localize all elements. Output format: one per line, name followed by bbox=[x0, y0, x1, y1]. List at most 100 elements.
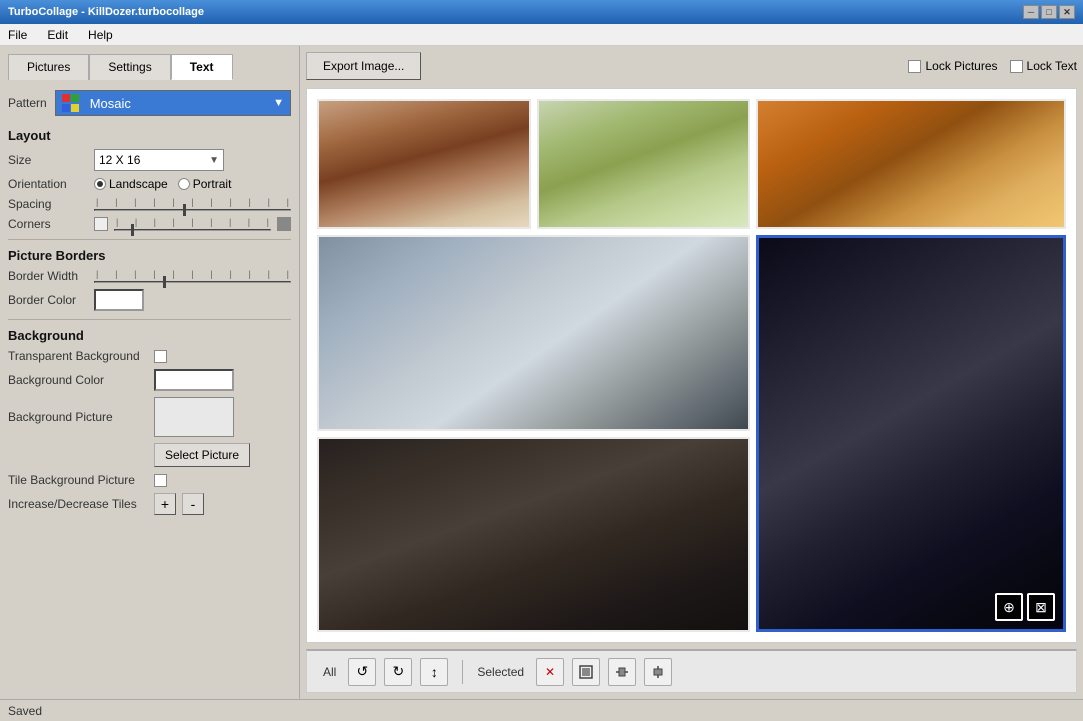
panel-scroll-area[interactable]: Pictures Settings Text Pattern Mosai bbox=[0, 46, 299, 699]
photo-cell-5[interactable]: ⊕ ⊠ bbox=[756, 235, 1066, 632]
orientation-row: Orientation Landscape Portrait bbox=[8, 177, 291, 191]
bg-color-row: Background Color bbox=[8, 369, 291, 391]
border-width-label: Border Width bbox=[8, 269, 88, 283]
rotate-cw-button[interactable]: ↻ bbox=[384, 658, 412, 686]
main-container: Pictures Settings Text Pattern Mosai bbox=[0, 46, 1083, 699]
lock-pictures-item: Lock Pictures bbox=[908, 59, 997, 73]
background-header: Background bbox=[8, 328, 291, 343]
corner-square-right bbox=[277, 217, 291, 231]
status-text: Saved bbox=[8, 704, 42, 718]
window-title: TurboCollage - KillDozer.turbocollage bbox=[8, 6, 204, 18]
minimize-button[interactable]: ─ bbox=[1023, 5, 1039, 19]
border-color-swatch[interactable] bbox=[94, 289, 144, 311]
corners-label: Corners bbox=[8, 217, 88, 231]
tab-settings[interactable]: Settings bbox=[89, 54, 170, 80]
pattern-row: Pattern Mosaic ▼ bbox=[8, 90, 291, 116]
border-color-row: Border Color bbox=[8, 289, 291, 311]
tab-strip: Pictures Settings Text bbox=[8, 54, 291, 80]
pattern-value: Mosaic bbox=[90, 96, 131, 111]
transparent-checkbox[interactable] bbox=[154, 350, 167, 363]
select-picture-button[interactable]: Select Picture bbox=[154, 443, 250, 467]
corners-slider[interactable] bbox=[114, 229, 271, 231]
stretch-v-button[interactable] bbox=[644, 658, 672, 686]
tab-pictures[interactable]: Pictures bbox=[8, 54, 89, 80]
maximize-button[interactable]: □ bbox=[1041, 5, 1057, 19]
layout-header: Layout bbox=[8, 128, 291, 143]
photo-cell-4[interactable] bbox=[317, 235, 750, 430]
pattern-label: Pattern bbox=[8, 96, 47, 110]
tiles-increase-button[interactable]: + bbox=[154, 493, 176, 515]
menu-bar: File Edit Help bbox=[0, 24, 1083, 46]
tile-label: Tile Background Picture bbox=[8, 473, 148, 487]
collage-canvas: ⊕ ⊠ bbox=[306, 88, 1077, 643]
transparent-row: Transparent Background bbox=[8, 349, 291, 363]
bg-picture-row: Background Picture bbox=[8, 397, 291, 437]
border-width-handle bbox=[163, 276, 166, 288]
border-width-slider[interactable] bbox=[94, 281, 291, 283]
photo-cell-1[interactable] bbox=[317, 99, 531, 229]
orientation-label: Orientation bbox=[8, 177, 88, 191]
export-button[interactable]: Export Image... bbox=[306, 52, 421, 80]
delete-button[interactable]: ✕ bbox=[536, 658, 564, 686]
tiles-decrease-button[interactable]: - bbox=[182, 493, 204, 515]
toolbar-sep-1 bbox=[462, 660, 463, 684]
spacing-label: Spacing bbox=[8, 197, 88, 211]
tile-row: Tile Background Picture bbox=[8, 473, 291, 487]
title-bar: TurboCollage - KillDozer.turbocollage ─ … bbox=[0, 0, 1083, 24]
size-label: Size bbox=[8, 153, 88, 167]
tiles-row: Increase/Decrease Tiles + - bbox=[8, 493, 291, 515]
lock-text-item: Lock Text bbox=[1010, 59, 1077, 73]
bg-color-label: Background Color bbox=[8, 373, 148, 387]
bg-picture-label: Background Picture bbox=[8, 410, 148, 424]
rotate-ccw-button[interactable]: ↺ bbox=[348, 658, 376, 686]
tab-text[interactable]: Text bbox=[171, 54, 233, 80]
photo-5-resize-button[interactable]: ⊠ bbox=[1027, 593, 1055, 621]
spacing-slider[interactable] bbox=[94, 209, 291, 211]
bg-color-swatch[interactable] bbox=[154, 369, 234, 391]
select-picture-row: Select Picture bbox=[8, 443, 291, 467]
landscape-radio[interactable]: Landscape bbox=[94, 177, 168, 191]
lock-group: Lock Pictures Lock Text bbox=[908, 59, 1077, 73]
fit-button[interactable] bbox=[572, 658, 600, 686]
corners-handle bbox=[131, 224, 134, 236]
portrait-label: Portrait bbox=[193, 177, 232, 191]
size-arrow: ▼ bbox=[209, 155, 219, 166]
divider-1 bbox=[8, 239, 291, 240]
pattern-icon bbox=[62, 94, 80, 112]
spacing-slider-container: | | | | | | | | | | | bbox=[94, 197, 291, 211]
divider-2 bbox=[8, 319, 291, 320]
landscape-label: Landscape bbox=[109, 177, 168, 191]
portrait-radio-circle bbox=[178, 178, 190, 190]
photo-5-overlay: ⊕ ⊠ bbox=[995, 593, 1055, 621]
photo-cell-6[interactable] bbox=[317, 437, 750, 632]
selected-label: Selected bbox=[477, 665, 524, 679]
collage-inner: ⊕ ⊠ bbox=[317, 99, 1066, 632]
corners-row: Corners | | | | | | | | | bbox=[8, 217, 291, 231]
photo-cell-3[interactable] bbox=[756, 99, 1066, 229]
size-dropdown[interactable]: 12 X 16 ▼ bbox=[94, 149, 224, 171]
all-label: All bbox=[323, 665, 336, 679]
top-toolbar: Export Image... Lock Pictures Lock Text bbox=[306, 52, 1077, 80]
menu-file[interactable]: File bbox=[4, 26, 31, 44]
pattern-dropdown[interactable]: Mosaic ▼ bbox=[55, 90, 291, 116]
bottom-toolbar: All ↺ ↻ ↕ Selected ✕ bbox=[306, 649, 1077, 693]
stretch-h-button[interactable] bbox=[608, 658, 636, 686]
lock-pictures-checkbox[interactable] bbox=[908, 60, 921, 73]
right-area: Export Image... Lock Pictures Lock Text bbox=[300, 46, 1083, 699]
size-row: Size 12 X 16 ▼ bbox=[8, 149, 291, 171]
tile-checkbox[interactable] bbox=[154, 474, 167, 487]
photo-cell-2[interactable] bbox=[537, 99, 751, 229]
left-panel: Pictures Settings Text Pattern Mosai bbox=[0, 46, 300, 699]
menu-help[interactable]: Help bbox=[84, 26, 117, 44]
border-color-label: Border Color bbox=[8, 293, 88, 307]
spacing-handle bbox=[183, 204, 186, 216]
status-bar: Saved bbox=[0, 699, 1083, 721]
close-button[interactable]: ✕ bbox=[1059, 5, 1075, 19]
portrait-radio[interactable]: Portrait bbox=[178, 177, 232, 191]
lock-text-checkbox[interactable] bbox=[1010, 60, 1023, 73]
corner-square-left bbox=[94, 217, 108, 231]
flip-button[interactable]: ↕ bbox=[420, 658, 448, 686]
size-value: 12 X 16 bbox=[99, 153, 140, 167]
photo-5-move-button[interactable]: ⊕ bbox=[995, 593, 1023, 621]
menu-edit[interactable]: Edit bbox=[43, 26, 72, 44]
